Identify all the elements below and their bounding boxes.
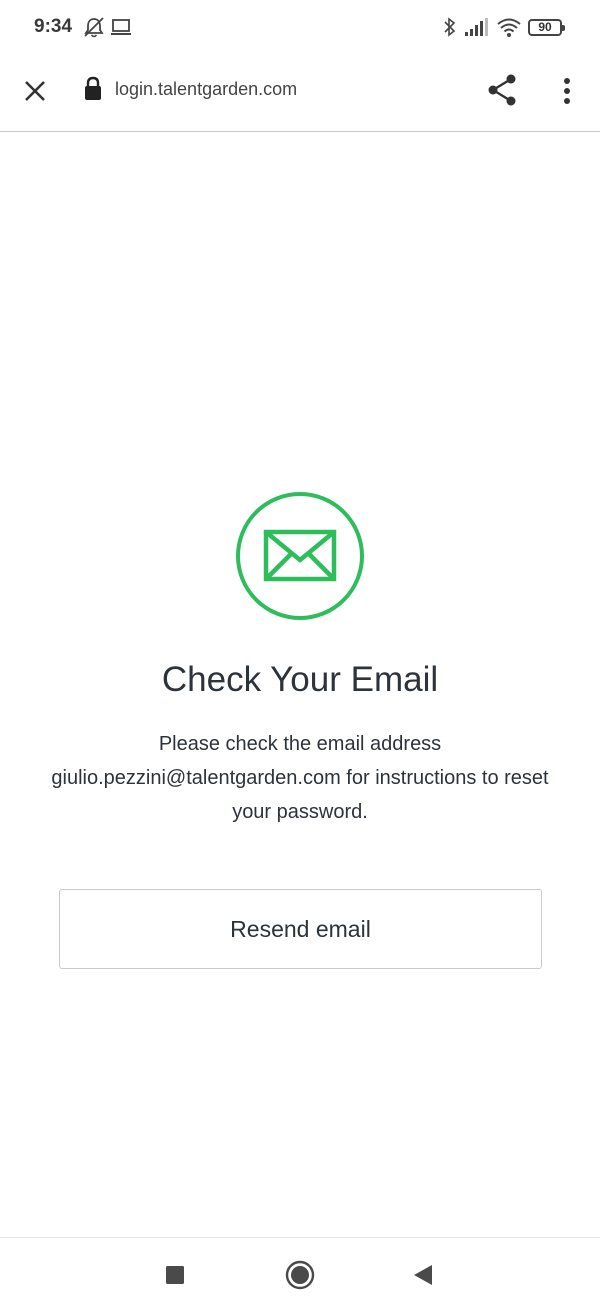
laptop-icon: [111, 19, 131, 35]
battery-icon: 90: [528, 19, 565, 36]
lock-icon: [85, 76, 101, 100]
alarm-off-icon: [84, 17, 104, 38]
back-triangle-icon[interactable]: [412, 1263, 434, 1287]
recents-square-icon[interactable]: [164, 1264, 186, 1286]
more-vert-icon[interactable]: [555, 74, 579, 108]
share-icon[interactable]: [484, 72, 520, 108]
bluetooth-icon: [444, 17, 456, 37]
status-bar: 9:34 90: [0, 0, 600, 56]
custom-tab-toolbar: login.talentgarden.com: [0, 56, 600, 132]
wifi-icon: [497, 18, 521, 37]
status-time: 9:34: [34, 16, 73, 37]
signal-icon: [465, 18, 488, 36]
system-nav-bar: [0, 1237, 600, 1311]
url-text[interactable]: login.talentgarden.com: [115, 79, 297, 100]
page-title: Check Your Email: [161, 660, 439, 699]
home-circle-icon[interactable]: [284, 1259, 316, 1291]
instructions-text: Please check the email address giulio.pe…: [51, 733, 549, 823]
resend-email-button[interactable]: Resend email: [59, 889, 542, 969]
close-icon[interactable]: [18, 74, 52, 108]
page-content: Check Your Email Please check the email …: [0, 133, 600, 1237]
envelope-icon: [236, 492, 364, 620]
